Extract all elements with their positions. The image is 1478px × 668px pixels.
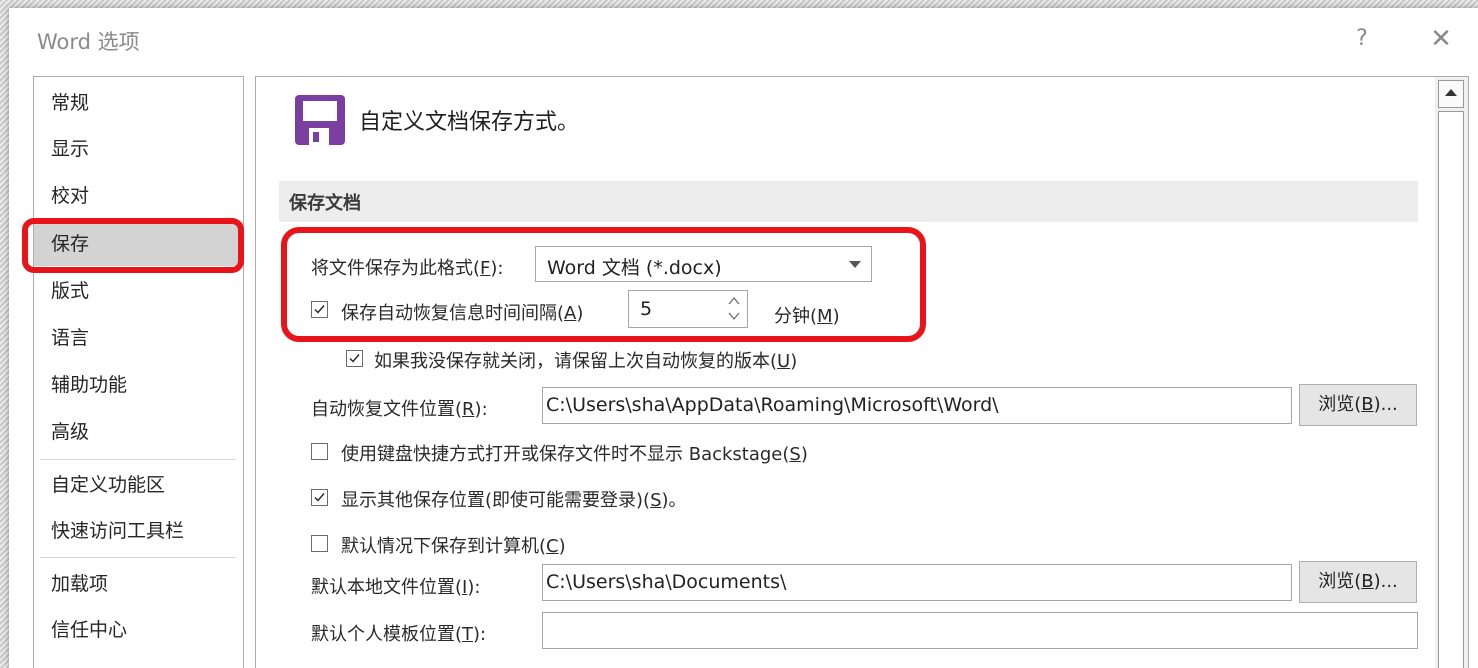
sidebar-item-label: 自定义功能区 — [51, 474, 166, 496]
autosave-minutes-value: 5 — [640, 298, 653, 320]
sidebar-item-label: 语言 — [51, 327, 90, 349]
checkmark-icon — [349, 354, 360, 363]
word-options-dialog: Word 选项 ? ✕ 常规 显示 校对 保存 版式 语言 辅助功能 高级 自定… — [9, 8, 1478, 668]
save-to-computer-checkbox[interactable] — [311, 535, 328, 552]
scroll-up-arrow-icon[interactable] — [1438, 80, 1464, 108]
autosave-minutes-spinner[interactable]: 5 — [628, 290, 748, 328]
browse-local-location-button[interactable]: 浏览(B)... — [1299, 561, 1417, 603]
sidebar-item-typography[interactable]: 版式 — [34, 269, 243, 313]
chevron-up-icon[interactable] — [727, 294, 741, 308]
sidebar-item-language[interactable]: 语言 — [34, 316, 243, 360]
keep-last-version-label: 如果我没保存就关闭，请保留上次自动恢复的版本(U) — [374, 351, 798, 372]
section-title: 保存文档 — [289, 193, 361, 214]
sidebar-item-label: 版式 — [51, 280, 90, 302]
sidebar-item-label: 辅助功能 — [51, 374, 128, 396]
sidebar-item-quick-access-toolbar[interactable]: 快速访问工具栏 — [34, 509, 243, 553]
chevron-down-icon[interactable] — [727, 309, 741, 323]
sidebar-item-label: 加载项 — [51, 573, 109, 595]
default-local-location-input[interactable]: C:\Users\sha\Documents\ — [542, 564, 1292, 601]
autorecover-location-label: 自动恢复文件位置(R): — [311, 399, 488, 420]
save-format-dropdown[interactable]: Word 文档 (*.docx) — [535, 246, 872, 282]
browse-autorecover-button[interactable]: 浏览(B)... — [1299, 384, 1417, 426]
default-local-location-value: C:\Users\sha\Documents\ — [546, 571, 787, 593]
save-format-value: Word 文档 (*.docx) — [547, 257, 722, 279]
sidebar-item-label: 信任中心 — [51, 619, 128, 641]
save-to-computer-label: 默认情况下保存到计算机(C) — [341, 536, 566, 557]
sidebar-item-label: 校对 — [51, 185, 90, 207]
section-header: 保存文档 — [279, 181, 1418, 222]
sidebar-item-display[interactable]: 显示 — [34, 127, 243, 171]
close-icon[interactable]: ✕ — [1423, 22, 1459, 56]
sidebar-item-label: 显示 — [51, 138, 90, 160]
sidebar-item-customize-ribbon[interactable]: 自定义功能区 — [34, 463, 243, 507]
title-bar: Word 选项 ? ✕ — [9, 8, 1478, 68]
show-additional-places-checkbox[interactable] — [311, 489, 328, 506]
sidebar-item-label: 高级 — [51, 421, 90, 443]
autosave-label: 保存自动恢复信息时间间隔(A) — [341, 303, 584, 324]
keep-last-version-checkbox[interactable] — [346, 350, 363, 367]
autosave-checkbox[interactable] — [311, 301, 328, 318]
checkmark-icon — [314, 493, 325, 502]
help-icon[interactable]: ? — [1344, 22, 1380, 56]
default-template-location-label: 默认个人模板位置(T): — [311, 624, 487, 645]
save-options-panel: 自定义文档保存方式。 保存文档 将文件保存为此格式(F): Word 文档 (*… — [255, 76, 1437, 668]
sidebar-item-advanced[interactable]: 高级 — [34, 410, 243, 454]
scrollbar-thumb[interactable] — [1438, 111, 1464, 668]
hide-backstage-checkbox[interactable] — [311, 443, 328, 460]
page-header-text: 自定义文档保存方式。 — [359, 110, 580, 135]
autorecover-location-value: C:\Users\sha\AppData\Roaming\Microsoft\W… — [546, 394, 999, 416]
sidebar-item-trust-center[interactable]: 信任中心 — [34, 608, 243, 652]
hide-backstage-label: 使用键盘快捷方式打开或保存文件时不显示 Backstage(S) — [341, 444, 808, 465]
sidebar-item-accessibility[interactable]: 辅助功能 — [34, 363, 243, 407]
options-sidebar: 常规 显示 校对 保存 版式 语言 辅助功能 高级 自定义功能区 快速访问工具栏… — [33, 76, 244, 668]
sidebar-divider — [40, 459, 236, 460]
window-title: Word 选项 — [37, 30, 140, 54]
chevron-down-icon — [849, 261, 861, 268]
default-template-location-input[interactable] — [542, 612, 1418, 649]
sidebar-item-proofing[interactable]: 校对 — [34, 174, 243, 218]
checkmark-icon — [314, 305, 325, 314]
autorecover-location-input[interactable]: C:\Users\sha\AppData\Roaming\Microsoft\W… — [542, 387, 1292, 424]
save-disk-icon — [295, 95, 345, 145]
vertical-scrollbar[interactable] — [1435, 76, 1469, 668]
sidebar-item-label: 常规 — [51, 92, 90, 114]
sidebar-item-add-ins[interactable]: 加载项 — [34, 562, 243, 606]
sidebar-divider — [40, 557, 236, 558]
show-additional-places-label: 显示其他保存位置(即使可能需要登录)(S)。 — [341, 490, 687, 511]
save-format-label: 将文件保存为此格式(F): — [311, 258, 504, 279]
sidebar-item-general[interactable]: 常规 — [34, 81, 243, 125]
sidebar-item-label: 快速访问工具栏 — [51, 520, 185, 542]
default-local-location-label: 默认本地文件位置(I): — [311, 577, 481, 598]
sidebar-item-save[interactable]: 保存 — [34, 222, 243, 266]
minutes-label: 分钟(M) — [774, 306, 840, 327]
sidebar-item-label: 保存 — [51, 233, 90, 255]
